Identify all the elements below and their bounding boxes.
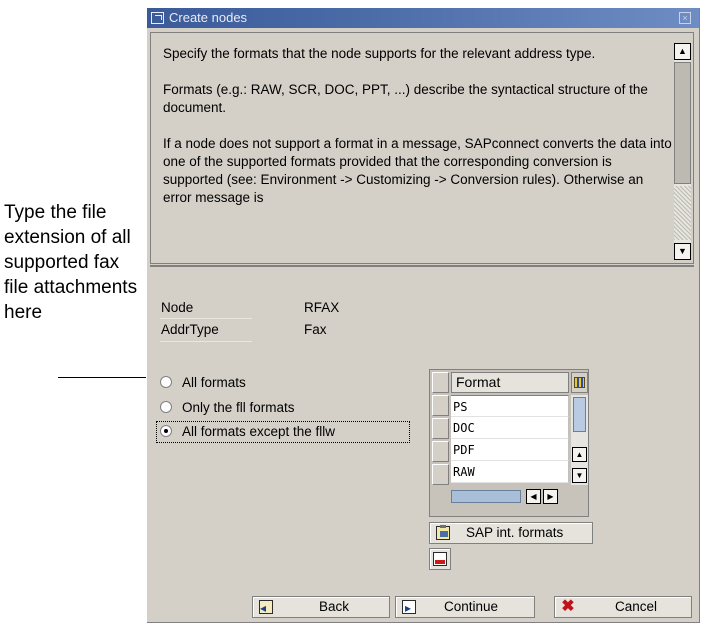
help-scrollbar[interactable]: ▲ ▼	[674, 43, 691, 260]
scroll-track[interactable]	[674, 186, 691, 240]
table-vertical-scrollbar[interactable]: ▲ ▼	[571, 395, 588, 485]
dialog-window-icon	[151, 12, 164, 24]
label-underline	[160, 341, 252, 342]
scroll-down-icon[interactable]: ▼	[674, 243, 691, 260]
row-selector[interactable]	[432, 464, 449, 485]
column-settings-button[interactable]	[571, 372, 588, 393]
column-settings-icon	[574, 377, 585, 388]
scroll-thumb[interactable]	[451, 490, 521, 503]
node-label: Node	[161, 300, 194, 315]
back-icon	[259, 598, 273, 618]
addrtype-label: AddrType	[161, 322, 219, 337]
label-underline	[160, 318, 252, 319]
delete-row-button[interactable]	[429, 548, 451, 570]
window-title: Create nodes	[169, 10, 248, 25]
scroll-down-icon[interactable]: ▼	[572, 468, 587, 483]
scroll-left-icon[interactable]: ◀	[526, 489, 541, 504]
button-label: Continue	[444, 599, 499, 614]
radio-button[interactable]	[160, 401, 172, 413]
cancel-button[interactable]: ✖ Cancel	[554, 596, 692, 618]
continue-button[interactable]: Continue	[395, 596, 535, 618]
radio-button-selected[interactable]	[160, 425, 172, 437]
radio-label: All formats except the fllw	[182, 424, 336, 439]
radio-label: Only the fll formats	[182, 400, 295, 415]
help-text: Specify the formats that the node suppor…	[163, 45, 673, 225]
continue-icon	[402, 598, 416, 618]
format-cell[interactable]: PS	[451, 395, 569, 417]
addrtype-value: Fax	[304, 322, 327, 337]
format-table: Format PS DOC PDF RAW ▲ ▼ ◀ ▶	[429, 369, 589, 517]
help-paragraph: Specify the formats that the node suppor…	[163, 46, 596, 61]
button-label: SAP int. formats	[466, 525, 564, 540]
scroll-thumb[interactable]	[573, 397, 586, 432]
radio-label: All formats	[182, 375, 246, 390]
button-label: Cancel	[615, 599, 658, 614]
row-selector[interactable]	[432, 441, 449, 462]
radio-button[interactable]	[160, 376, 172, 388]
scroll-up-icon[interactable]: ▲	[572, 447, 587, 462]
column-header-format[interactable]: Format	[451, 372, 569, 393]
close-icon[interactable]: ×	[679, 12, 691, 24]
scroll-right-icon[interactable]: ▶	[543, 489, 558, 504]
section-divider	[150, 265, 694, 267]
row-selector[interactable]	[432, 418, 449, 439]
help-paragraph: If a node does not support a format in a…	[163, 136, 672, 205]
row-selector[interactable]	[432, 395, 449, 416]
title-bar[interactable]: Create nodes ×	[147, 8, 699, 28]
clipboard-icon	[436, 525, 450, 540]
scroll-thumb[interactable]	[674, 62, 691, 184]
help-text-panel: Specify the formats that the node suppor…	[150, 32, 694, 264]
node-value: RFAX	[304, 300, 340, 315]
sap-int-formats-button[interactable]: SAP int. formats	[429, 522, 593, 544]
scroll-up-icon[interactable]: ▲	[674, 43, 691, 60]
delete-row-icon	[433, 552, 447, 566]
back-button[interactable]: Back	[252, 596, 390, 618]
table-horizontal-scrollbar[interactable]: ◀ ▶	[451, 488, 569, 505]
cancel-x-icon: ✖	[561, 598, 575, 615]
create-nodes-dialog: Create nodes × Specify the formats that …	[146, 7, 700, 623]
format-cell[interactable]: DOC	[451, 417, 569, 439]
format-cell[interactable]: RAW	[451, 461, 569, 483]
help-paragraph: Formats (e.g.: RAW, SCR, DOC, PPT, ...) …	[163, 82, 648, 115]
button-label: Back	[319, 599, 350, 614]
callout-annotation: Type the file extension of all supported…	[4, 202, 138, 323]
format-cell[interactable]: PDF	[451, 439, 569, 461]
select-all-button[interactable]	[432, 372, 449, 393]
